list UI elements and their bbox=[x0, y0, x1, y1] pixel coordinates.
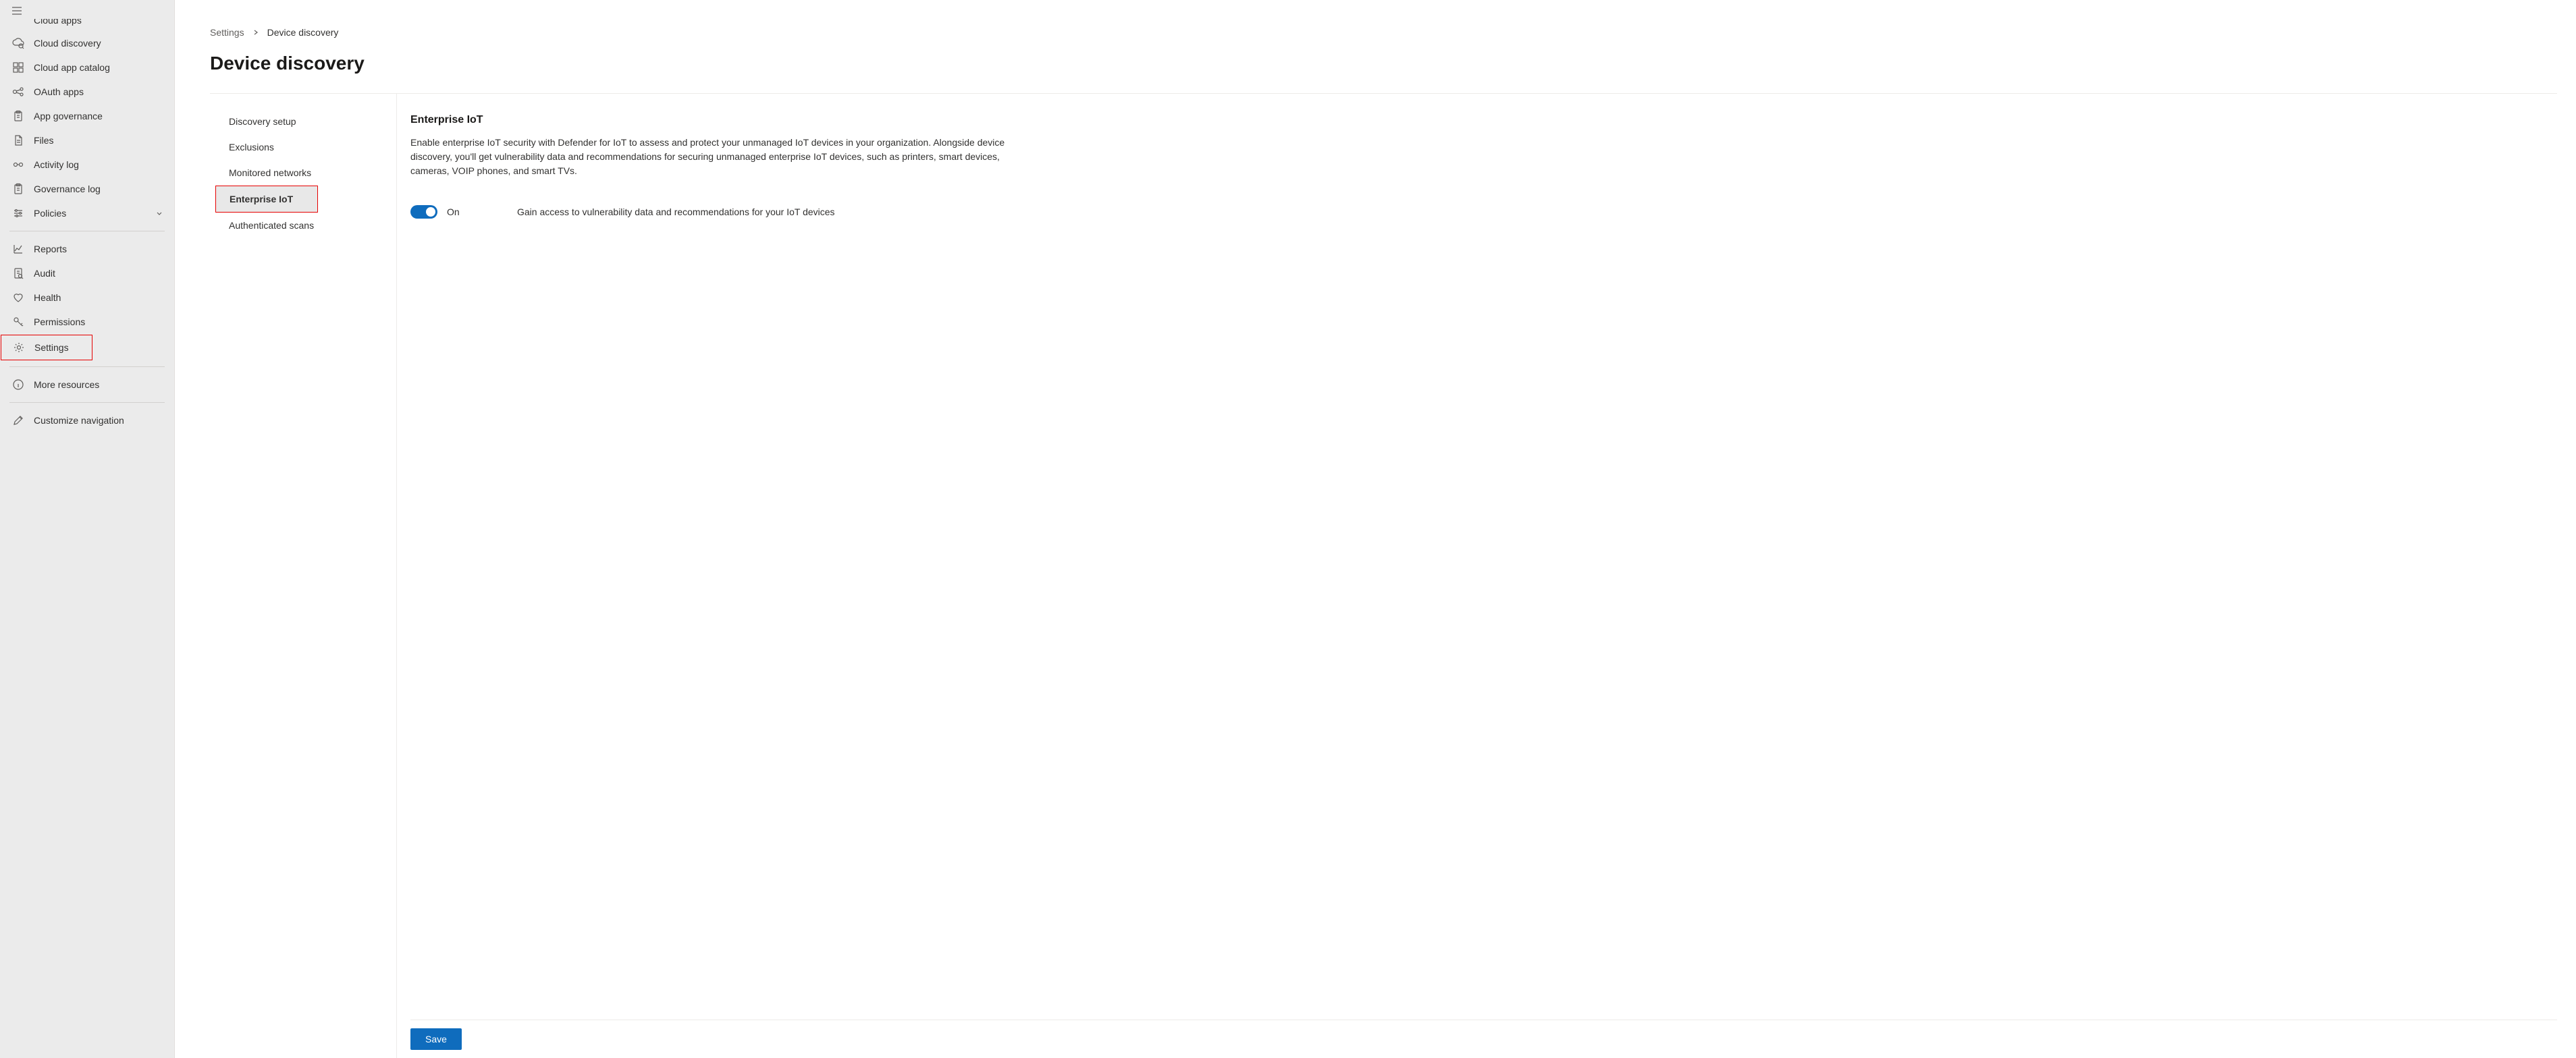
page-title: Device discovery bbox=[210, 53, 2557, 74]
sidebar-item-settings[interactable]: Settings bbox=[1, 335, 92, 360]
sidebar-item-label: Governance log bbox=[34, 184, 163, 194]
sidebar-item-permissions[interactable]: Permissions bbox=[0, 310, 174, 334]
heart-icon bbox=[12, 291, 24, 304]
toggle-description: Gain access to vulnerability data and re… bbox=[517, 206, 835, 217]
toggle-state-label: On bbox=[447, 206, 494, 217]
hamburger-menu[interactable] bbox=[0, 0, 174, 19]
sidebar-item-label: App governance bbox=[34, 111, 163, 121]
section-title: Enterprise IoT bbox=[410, 114, 2557, 126]
breadcrumb-root[interactable]: Settings bbox=[210, 27, 244, 38]
content-row: Discovery setup Exclusions Monitored net… bbox=[210, 93, 2557, 1058]
sidebar-item-label: Reports bbox=[34, 244, 163, 254]
settings-subnav: Discovery setup Exclusions Monitored net… bbox=[210, 94, 397, 1058]
subnav-discovery-setup[interactable]: Discovery setup bbox=[210, 109, 396, 134]
key-icon bbox=[12, 316, 24, 328]
chart-icon bbox=[12, 243, 24, 255]
toggle-knob bbox=[426, 207, 435, 217]
sidebar-item-cloud-app-catalog[interactable]: Cloud app catalog bbox=[0, 55, 174, 80]
nav-divider bbox=[9, 402, 165, 403]
sidebar-item-label: Cloud apps bbox=[34, 19, 163, 26]
sidebar-item-label: Activity log bbox=[34, 159, 163, 170]
left-sidebar: Cloud apps Cloud discovery Cloud app cat… bbox=[0, 0, 175, 1058]
nav-divider bbox=[9, 366, 165, 367]
sidebar-item-more-resources[interactable]: More resources bbox=[0, 372, 174, 397]
chevron-down-icon bbox=[155, 209, 163, 217]
sidebar-item-activity-log[interactable]: Activity log bbox=[0, 152, 174, 177]
section-description: Enable enterprise IoT security with Defe… bbox=[410, 136, 1031, 178]
files-icon bbox=[12, 134, 24, 146]
sidebar-item-customize-navigation[interactable]: Customize navigation bbox=[0, 408, 174, 433]
cloud-discovery-icon bbox=[12, 37, 24, 49]
subnav-monitored-networks[interactable]: Monitored networks bbox=[210, 160, 396, 186]
sidebar-item-label: Settings bbox=[34, 342, 81, 353]
toggle-row: On Gain access to vulnerability data and… bbox=[410, 205, 2557, 219]
chevron-right-icon bbox=[252, 29, 259, 36]
pencil-icon bbox=[12, 414, 24, 426]
breadcrumb-current: Device discovery bbox=[267, 27, 339, 38]
save-bar: Save bbox=[410, 1020, 2557, 1058]
sidebar-item-app-governance[interactable]: App governance bbox=[0, 104, 174, 128]
clipboard-icon bbox=[12, 183, 24, 195]
enterprise-iot-toggle[interactable] bbox=[410, 205, 437, 219]
subnav-exclusions[interactable]: Exclusions bbox=[210, 134, 396, 160]
sidebar-item-label: More resources bbox=[34, 379, 163, 390]
detail-pane: Enterprise IoT Enable enterprise IoT sec… bbox=[397, 94, 2557, 1058]
hamburger-icon bbox=[12, 7, 22, 15]
sidebar-item-reports[interactable]: Reports bbox=[0, 237, 174, 261]
sidebar-item-cloud-apps[interactable]: Cloud apps bbox=[0, 19, 174, 31]
gear-icon bbox=[13, 341, 25, 354]
sidebar-item-label: Customize navigation bbox=[34, 415, 163, 426]
sidebar-item-label: Policies bbox=[34, 208, 146, 219]
breadcrumb: Settings Device discovery bbox=[210, 27, 2557, 38]
sidebar-item-label: Audit bbox=[34, 268, 163, 279]
info-icon bbox=[12, 379, 24, 391]
main-content: Settings Device discovery Device discove… bbox=[175, 0, 2576, 1058]
sidebar-item-policies[interactable]: Policies bbox=[0, 201, 174, 225]
audit-icon bbox=[12, 267, 24, 279]
sidebar-item-health[interactable]: Health bbox=[0, 285, 174, 310]
app-catalog-icon bbox=[12, 61, 24, 74]
sidebar-settings-highlight: Settings bbox=[1, 335, 92, 360]
sidebar-item-label: Files bbox=[34, 135, 163, 146]
sidebar-item-governance-log[interactable]: Governance log bbox=[0, 177, 174, 201]
subnav-authenticated-scans[interactable]: Authenticated scans bbox=[210, 213, 396, 238]
sidebar-item-label: Cloud app catalog bbox=[34, 62, 163, 73]
clipboard-icon bbox=[12, 110, 24, 122]
sidebar-item-audit[interactable]: Audit bbox=[0, 261, 174, 285]
subnav-enterprise-iot[interactable]: Enterprise IoT bbox=[215, 186, 318, 213]
save-button[interactable]: Save bbox=[410, 1028, 462, 1050]
sidebar-item-cloud-discovery[interactable]: Cloud discovery bbox=[0, 31, 174, 55]
sidebar-item-label: Permissions bbox=[34, 316, 163, 327]
sidebar-item-label: Health bbox=[34, 292, 163, 303]
sliders-icon bbox=[12, 207, 24, 219]
cloud-apps-icon bbox=[12, 19, 24, 29]
sidebar-item-label: Cloud discovery bbox=[34, 38, 163, 49]
sidebar-item-files[interactable]: Files bbox=[0, 128, 174, 152]
oauth-icon bbox=[12, 86, 24, 98]
activity-icon bbox=[12, 159, 24, 171]
sidebar-item-oauth-apps[interactable]: OAuth apps bbox=[0, 80, 174, 104]
sidebar-item-label: OAuth apps bbox=[34, 86, 163, 97]
